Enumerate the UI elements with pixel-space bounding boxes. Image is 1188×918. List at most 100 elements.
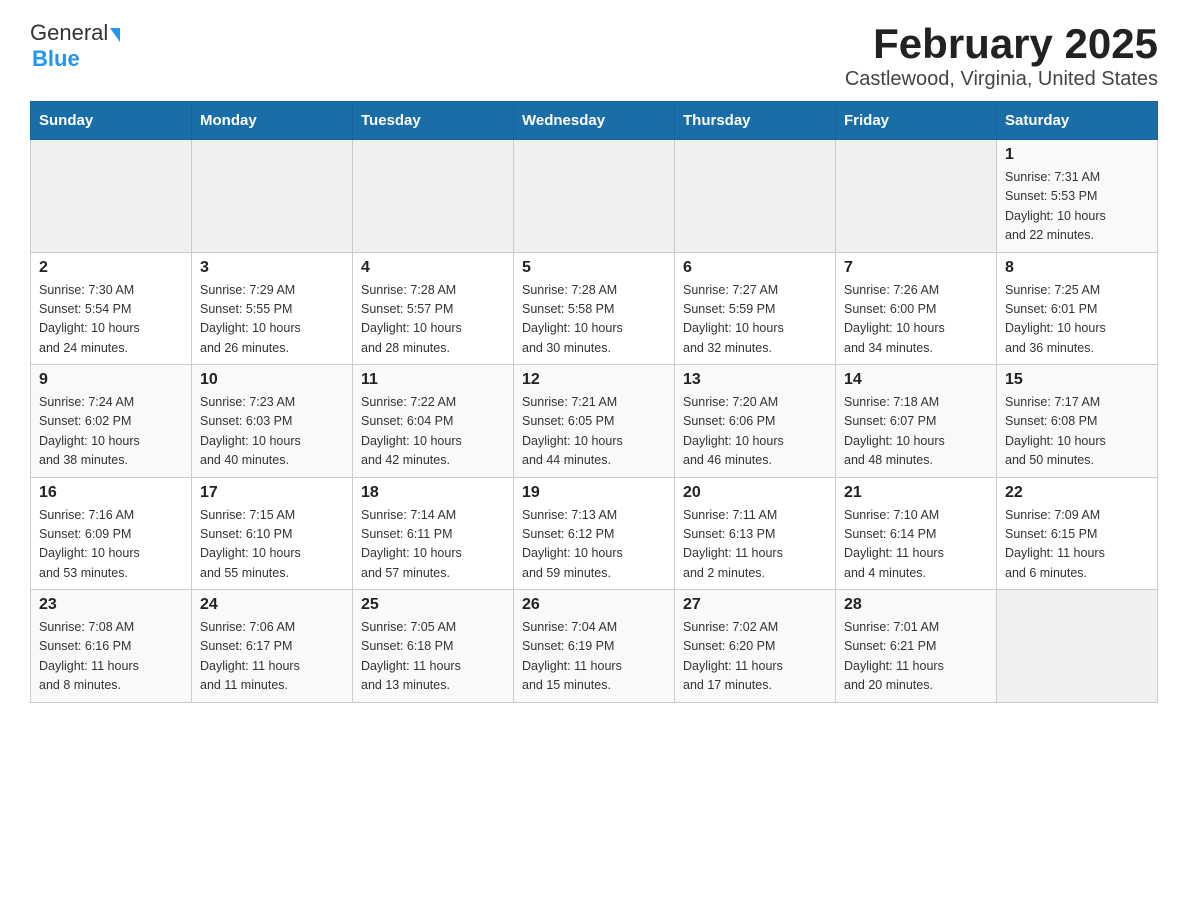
calendar-cell: 12 Sunrise: 7:21 AM Sunset: 6:05 PM Dayli… [514,365,675,478]
day-info: Sunrise: 7:13 AM Sunset: 6:12 PM Dayligh… [522,506,666,584]
day-number: 3 [200,259,344,277]
day-info: Sunrise: 7:20 AM Sunset: 6:06 PM Dayligh… [683,393,827,471]
calendar-week-row: 2 Sunrise: 7:30 AM Sunset: 5:54 PM Daylig… [31,252,1158,365]
calendar-cell: 19 Sunrise: 7:13 AM Sunset: 6:12 PM Dayli… [514,477,675,590]
calendar-cell: 17 Sunrise: 7:15 AM Sunset: 6:10 PM Dayli… [192,477,353,590]
day-info: Sunrise: 7:24 AM Sunset: 6:02 PM Dayligh… [39,393,183,471]
day-number: 11 [361,371,505,389]
day-number: 1 [1005,146,1149,164]
calendar-cell: 10 Sunrise: 7:23 AM Sunset: 6:03 PM Dayli… [192,365,353,478]
day-info: Sunrise: 7:28 AM Sunset: 5:57 PM Dayligh… [361,281,505,359]
calendar-cell: 20 Sunrise: 7:11 AM Sunset: 6:13 PM Dayli… [675,477,836,590]
calendar-cell [192,140,353,253]
day-info: Sunrise: 7:11 AM Sunset: 6:13 PM Dayligh… [683,506,827,584]
calendar-cell: 28 Sunrise: 7:01 AM Sunset: 6:21 PM Dayli… [836,590,997,703]
calendar-cell [353,140,514,253]
calendar-cell: 6Sunrise: 7:27 AM Sunset: 5:59 PM Daylig… [675,252,836,365]
day-number: 10 [200,371,344,389]
calendar-cell: 15 Sunrise: 7:17 AM Sunset: 6:08 PM Dayli… [997,365,1158,478]
day-info: Sunrise: 7:09 AM Sunset: 6:15 PM Dayligh… [1005,506,1149,584]
calendar-cell: 21Sunrise: 7:10 AM Sunset: 6:14 PM Dayli… [836,477,997,590]
calendar-cell: 8Sunrise: 7:25 AM Sunset: 6:01 PM Daylig… [997,252,1158,365]
day-info: Sunrise: 7:23 AM Sunset: 6:03 PM Dayligh… [200,393,344,471]
calendar-cell: 7Sunrise: 7:26 AM Sunset: 6:00 PM Daylig… [836,252,997,365]
day-number: 17 [200,484,344,502]
day-number: 15 [1005,371,1149,389]
day-number: 26 [522,596,666,614]
day-info: Sunrise: 7:05 AM Sunset: 6:18 PM Dayligh… [361,618,505,696]
logo-blue-text: Blue [32,46,80,71]
day-of-week-header: Wednesday [514,102,675,140]
calendar-cell [31,140,192,253]
day-info: Sunrise: 7:06 AM Sunset: 6:17 PM Dayligh… [200,618,344,696]
calendar-cell: 11 Sunrise: 7:22 AM Sunset: 6:04 PM Dayli… [353,365,514,478]
day-of-week-header: Saturday [997,102,1158,140]
calendar-week-row: 23Sunrise: 7:08 AM Sunset: 6:16 PM Dayli… [31,590,1158,703]
calendar-cell: 22 Sunrise: 7:09 AM Sunset: 6:15 PM Dayli… [997,477,1158,590]
calendar-header-row: SundayMondayTuesdayWednesdayThursdayFrid… [31,102,1158,140]
calendar-cell: 18 Sunrise: 7:14 AM Sunset: 6:11 PM Dayli… [353,477,514,590]
logo-general-text: General [30,20,108,46]
page-subtitle: Castlewood, Virginia, United States [845,68,1158,91]
calendar-cell [997,590,1158,703]
calendar-cell: 27 Sunrise: 7:02 AM Sunset: 6:20 PM Dayli… [675,590,836,703]
day-info: Sunrise: 7:01 AM Sunset: 6:21 PM Dayligh… [844,618,988,696]
day-info: Sunrise: 7:02 AM Sunset: 6:20 PM Dayligh… [683,618,827,696]
day-number: 19 [522,484,666,502]
day-number: 20 [683,484,827,502]
day-number: 5 [522,259,666,277]
day-info: Sunrise: 7:26 AM Sunset: 6:00 PM Dayligh… [844,281,988,359]
day-number: 18 [361,484,505,502]
calendar-cell: 9 Sunrise: 7:24 AM Sunset: 6:02 PM Daylig… [31,365,192,478]
logo-arrow-icon [110,28,120,42]
day-number: 2 [39,259,183,277]
calendar-cell: 26 Sunrise: 7:04 AM Sunset: 6:19 PM Dayli… [514,590,675,703]
day-number: 25 [361,596,505,614]
day-info: Sunrise: 7:29 AM Sunset: 5:55 PM Dayligh… [200,281,344,359]
calendar-cell: 5Sunrise: 7:28 AM Sunset: 5:58 PM Daylig… [514,252,675,365]
day-info: Sunrise: 7:15 AM Sunset: 6:10 PM Dayligh… [200,506,344,584]
day-info: Sunrise: 7:30 AM Sunset: 5:54 PM Dayligh… [39,281,183,359]
calendar-cell: 24 Sunrise: 7:06 AM Sunset: 6:17 PM Dayli… [192,590,353,703]
calendar-week-row: 9 Sunrise: 7:24 AM Sunset: 6:02 PM Daylig… [31,365,1158,478]
calendar-week-row: 1 Sunrise: 7:31 AM Sunset: 5:53 PM Daylig… [31,140,1158,253]
day-of-week-header: Monday [192,102,353,140]
day-number: 13 [683,371,827,389]
calendar-cell: 14 Sunrise: 7:18 AM Sunset: 6:07 PM Dayli… [836,365,997,478]
day-number: 9 [39,371,183,389]
day-info: Sunrise: 7:17 AM Sunset: 6:08 PM Dayligh… [1005,393,1149,471]
day-info: Sunrise: 7:08 AM Sunset: 6:16 PM Dayligh… [39,618,183,696]
calendar-cell: 25 Sunrise: 7:05 AM Sunset: 6:18 PM Dayli… [353,590,514,703]
day-of-week-header: Thursday [675,102,836,140]
day-info: Sunrise: 7:31 AM Sunset: 5:53 PM Dayligh… [1005,168,1149,246]
page-title: February 2025 [845,20,1158,68]
day-number: 16 [39,484,183,502]
day-number: 4 [361,259,505,277]
calendar-cell: 4 Sunrise: 7:28 AM Sunset: 5:57 PM Daylig… [353,252,514,365]
day-info: Sunrise: 7:14 AM Sunset: 6:11 PM Dayligh… [361,506,505,584]
calendar-week-row: 16 Sunrise: 7:16 AM Sunset: 6:09 PM Dayli… [31,477,1158,590]
day-info: Sunrise: 7:21 AM Sunset: 6:05 PM Dayligh… [522,393,666,471]
day-info: Sunrise: 7:04 AM Sunset: 6:19 PM Dayligh… [522,618,666,696]
day-info: Sunrise: 7:18 AM Sunset: 6:07 PM Dayligh… [844,393,988,471]
day-info: Sunrise: 7:22 AM Sunset: 6:04 PM Dayligh… [361,393,505,471]
calendar-cell: 3 Sunrise: 7:29 AM Sunset: 5:55 PM Daylig… [192,252,353,365]
page-header: General Blue February 2025 Castlewood, V… [30,20,1158,91]
day-number: 22 [1005,484,1149,502]
day-of-week-header: Sunday [31,102,192,140]
day-info: Sunrise: 7:16 AM Sunset: 6:09 PM Dayligh… [39,506,183,584]
day-number: 6 [683,259,827,277]
day-number: 21 [844,484,988,502]
logo: General Blue [30,20,120,72]
day-number: 14 [844,371,988,389]
day-number: 12 [522,371,666,389]
day-number: 24 [200,596,344,614]
calendar-cell: 16 Sunrise: 7:16 AM Sunset: 6:09 PM Dayli… [31,477,192,590]
day-number: 28 [844,596,988,614]
calendar-cell: 13 Sunrise: 7:20 AM Sunset: 6:06 PM Dayli… [675,365,836,478]
day-of-week-header: Friday [836,102,997,140]
calendar-cell [514,140,675,253]
calendar-cell [675,140,836,253]
day-number: 27 [683,596,827,614]
calendar-table: SundayMondayTuesdayWednesdayThursdayFrid… [30,101,1158,703]
